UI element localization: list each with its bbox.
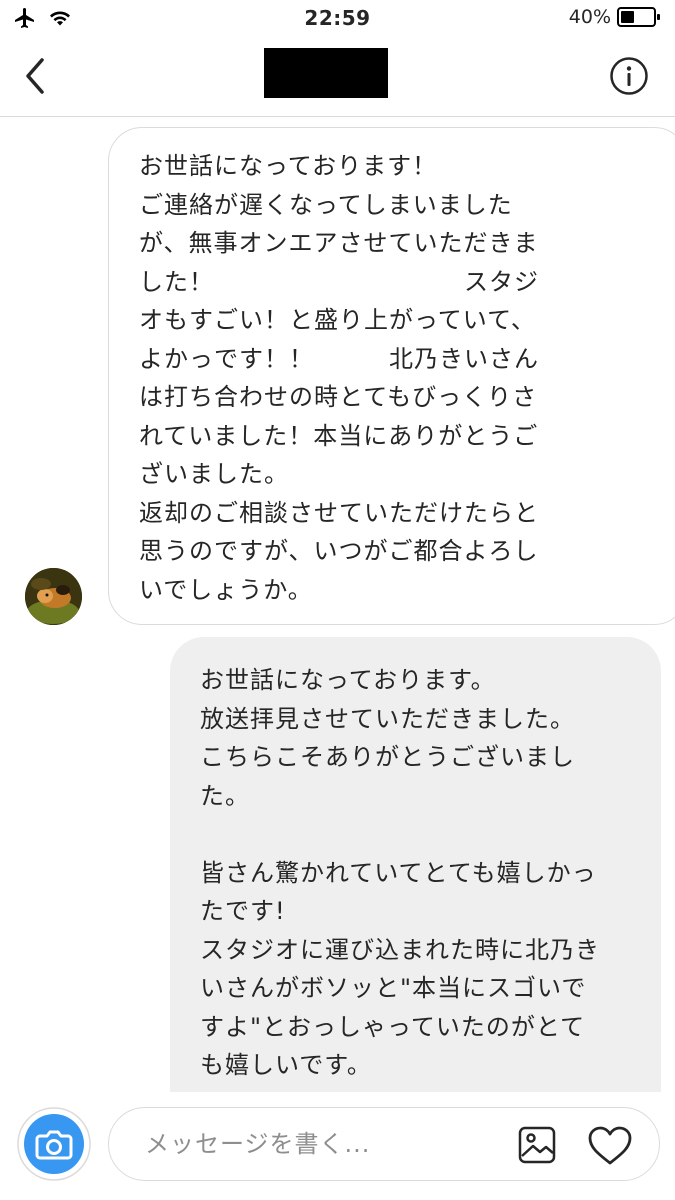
message-line: 思うのですが、いつがご都合よろし	[139, 537, 539, 565]
battery-icon	[617, 7, 660, 27]
back-button[interactable]	[18, 56, 54, 96]
message-line: 返却のご相談させていただけたらと	[139, 498, 539, 527]
message-input[interactable]	[145, 1125, 475, 1163]
message-composer	[108, 1107, 660, 1181]
conversation-header	[0, 38, 675, 117]
message-line: すよ"とおっしゃっていたのがとて	[200, 1012, 586, 1041]
gallery-button[interactable]	[517, 1125, 557, 1165]
message-line: れていました！本当にありがとうご	[139, 421, 539, 450]
heart-icon	[588, 1126, 632, 1165]
message-line: オもすごい！と盛り上がっていて、	[139, 306, 536, 334]
message-line	[200, 815, 633, 854]
message-line: たです!	[200, 897, 286, 925]
sender-avatar[interactable]	[25, 568, 82, 625]
dm-thread-screen: 22:59 40% お世話になっております！ ご連絡が遅くなってしまいました が…	[0, 0, 675, 1200]
incoming-message-bubble: お世話になっております！ ご連絡が遅くなってしまいました が、無事オンエアさせて…	[108, 127, 675, 625]
message-line: 皆さん驚かれていてとても嬉しかっ	[200, 858, 597, 887]
message-line: が、無事オンエアさせていただきま	[139, 229, 539, 257]
message-line: た。	[200, 781, 250, 810]
message-line: お世話になっております。	[200, 666, 496, 694]
message-line: した！ スタジ	[139, 267, 539, 296]
gallery-icon	[518, 1126, 556, 1164]
chevron-left-icon	[26, 58, 44, 94]
conversation-title-redacted[interactable]	[264, 48, 388, 98]
outgoing-message-bubble: お世話になっております。 放送拝見させていただきました。 こちらこそありがとうご…	[170, 637, 661, 1117]
message-line: スタジオに運び込まれた時に北乃き	[200, 935, 600, 964]
message-line: いさんがボソッと"本当にスゴいで	[200, 974, 587, 1002]
status-bar: 22:59 40%	[0, 0, 675, 38]
camera-icon	[17, 1107, 91, 1181]
info-button[interactable]	[609, 56, 649, 96]
message-line: ざいました。	[139, 460, 289, 488]
camera-button[interactable]	[16, 1106, 92, 1182]
message-line: お世話になっております！	[139, 152, 438, 180]
message-line: も嬉しいです。	[200, 1051, 372, 1079]
message-line: ご連絡が遅くなってしまいました	[139, 190, 513, 219]
battery-percentage: 40%	[568, 6, 611, 28]
avatar-image	[25, 568, 82, 625]
message-line: 放送拝見させていただきました。	[200, 704, 575, 733]
status-right: 40%	[569, 6, 661, 28]
info-icon	[610, 57, 648, 95]
message-line: いでしょうか。	[139, 575, 313, 604]
message-line: こちらこそありがとうございまし	[200, 743, 575, 771]
like-button[interactable]	[587, 1125, 633, 1167]
message-line: は打ち合わせの時とてもびっくりさ	[139, 383, 538, 411]
message-line: よかっです！！ 北乃きいさん	[139, 344, 539, 373]
